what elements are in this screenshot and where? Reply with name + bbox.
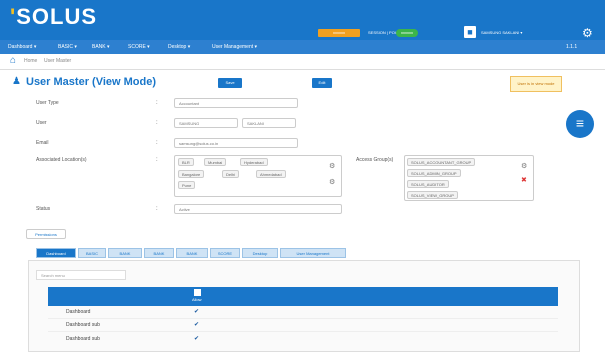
tab-desktop[interactable]: Desktop — [242, 248, 278, 258]
colon: : — [156, 157, 158, 163]
nav-item-basic[interactable]: BASIC ▾ — [58, 43, 77, 51]
access-groups-label: Access Group(s) — [356, 157, 394, 163]
first-name-field[interactable]: SAMSUNG — [174, 118, 238, 128]
row-divider — [48, 318, 558, 319]
nav-item-dashboard[interactable]: Dashboard ▾ — [8, 43, 36, 51]
breadcrumb-current: User Master — [44, 58, 72, 64]
table-header — [48, 287, 558, 306]
user-icon: ♟ — [12, 76, 21, 87]
location-tag[interactable]: Pune — [178, 181, 196, 189]
colon: : — [156, 100, 158, 106]
select-all-checkbox[interactable] — [194, 289, 201, 296]
search-input[interactable]: Search menu — [36, 270, 126, 280]
status-select[interactable]: Active — [174, 204, 342, 214]
nav-item-desktop[interactable]: Desktop ▾ — [168, 43, 190, 51]
check-icon[interactable]: ✔ — [194, 321, 199, 329]
gear-icon[interactable]: ⚙ — [329, 179, 335, 187]
location-tag[interactable]: Ahmedabad — [256, 170, 286, 178]
user-menu[interactable]: SAMSUNG SAKLANI ▾ — [481, 29, 522, 37]
colon: : — [156, 120, 158, 126]
access-tag[interactable]: SOLUS_ACCOUNTANT_GROUP — [407, 158, 476, 166]
permissions-button[interactable]: Permissions — [26, 229, 66, 239]
user-type-select[interactable]: Accountant — [174, 98, 298, 108]
user-type-label: User Type — [36, 100, 59, 106]
location-tag[interactable]: Mumbai — [204, 158, 227, 166]
nav-item-bank[interactable]: BANK ▾ — [92, 43, 110, 51]
tab-bank[interactable]: BANK — [108, 248, 142, 258]
user-label: User — [36, 120, 47, 126]
app-logo[interactable]: 'SOLUS — [10, 4, 97, 30]
remove-icon[interactable]: ✖ — [521, 177, 527, 185]
nav-item-user-management[interactable]: User Management ▾ — [212, 43, 257, 51]
status-badge[interactable]: xxxxxx — [318, 29, 360, 37]
allow-column-header: Allow — [192, 297, 202, 302]
colon: : — [156, 206, 158, 212]
breadcrumb-home[interactable]: Home — [24, 58, 37, 65]
colon: : — [156, 140, 158, 146]
tab-user-management[interactable]: User Management — [280, 248, 346, 258]
nav-item-score[interactable]: SCORE ▾ — [128, 43, 150, 51]
check-icon[interactable]: ✔ — [194, 308, 199, 316]
table-row: Dashboard sub — [66, 336, 100, 342]
email-label: Email — [36, 140, 49, 146]
page-title: User Master (View Mode) — [26, 76, 157, 88]
location-tag[interactable]: Hyderabad — [240, 158, 268, 166]
access-tag[interactable]: SOLUS_AUDITOR — [407, 180, 449, 188]
last-name-field[interactable]: SAKLANI — [242, 118, 296, 128]
access-tag[interactable]: SOLUS_ADMIN_GROUP — [407, 169, 461, 177]
status-label: Status — [36, 206, 51, 212]
nav-version: 1.1.1 — [566, 44, 578, 50]
save-button[interactable]: Save — [218, 78, 242, 88]
tab-basic[interactable]: BASIC — [78, 248, 106, 258]
add-button[interactable]: ≡ — [566, 110, 594, 138]
location-tag[interactable]: BLR — [178, 158, 194, 166]
row-divider — [48, 331, 558, 332]
table-row: Dashboard sub — [66, 322, 100, 328]
gear-icon[interactable]: ⚙ — [521, 163, 527, 171]
tab-bank-3[interactable]: BANK — [176, 248, 208, 258]
tab-dashboard[interactable]: Dashboard — [36, 248, 76, 258]
location-tag[interactable]: Bangalore — [178, 170, 205, 178]
tab-bank-2[interactable]: BANK — [144, 248, 174, 258]
check-icon[interactable]: ✔ — [194, 335, 199, 343]
gear-icon[interactable]: ⚙ — [329, 163, 335, 171]
table-row: Dashboard — [66, 309, 91, 315]
breadcrumb — [0, 54, 605, 70]
view-mode-warning: User is in view mode — [510, 76, 562, 92]
tab-score[interactable]: SCORE — [210, 248, 240, 258]
email-field[interactable]: samsung@solus.co.in — [174, 138, 298, 148]
associated-locations-label: Associated Location(s) — [36, 157, 87, 163]
avatar[interactable]: ■ — [464, 26, 476, 38]
session-pill[interactable]: xxxxxx — [396, 29, 418, 37]
edit-button[interactable]: Edit — [312, 78, 332, 88]
gear-icon[interactable]: ⚙ — [582, 26, 593, 40]
location-tag[interactable]: Delhi — [222, 170, 240, 178]
main-nav — [0, 40, 605, 54]
home-icon[interactable]: ⌂ — [10, 55, 16, 67]
access-tag[interactable]: SOLUS_VIEW_GROUP — [407, 191, 458, 199]
